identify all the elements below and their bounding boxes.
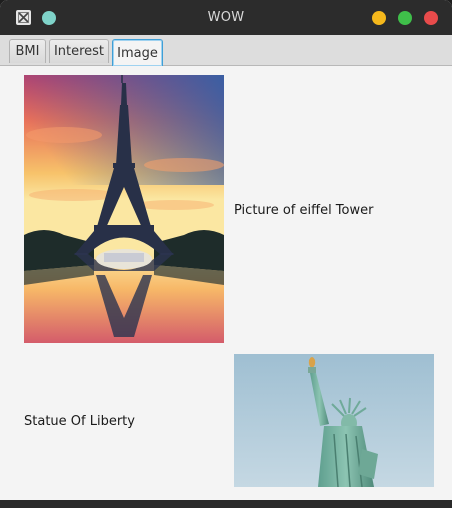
title-bar[interactable]: WOW xyxy=(0,0,452,35)
liberty-caption: Statue Of Liberty xyxy=(24,414,135,429)
close-button[interactable] xyxy=(424,11,438,25)
app-window: WOW BMI Interest Image Picture of eiffel… xyxy=(0,0,452,508)
tab-image[interactable]: Image xyxy=(112,39,163,66)
image-tab-content: Picture of eiffel Tower Statue Of Libert… xyxy=(0,66,452,500)
statue-of-liberty-image xyxy=(234,354,434,487)
eiffel-tower-image xyxy=(24,75,224,343)
window-bottom-edge xyxy=(0,500,452,508)
tab-bar: BMI Interest Image xyxy=(0,35,452,66)
minimize-button[interactable] xyxy=(372,11,386,25)
tab-interest[interactable]: Interest xyxy=(49,39,109,63)
eiffel-caption: Picture of eiffel Tower xyxy=(234,203,374,218)
tab-bmi[interactable]: BMI xyxy=(9,39,46,63)
maximize-button[interactable] xyxy=(398,11,412,25)
